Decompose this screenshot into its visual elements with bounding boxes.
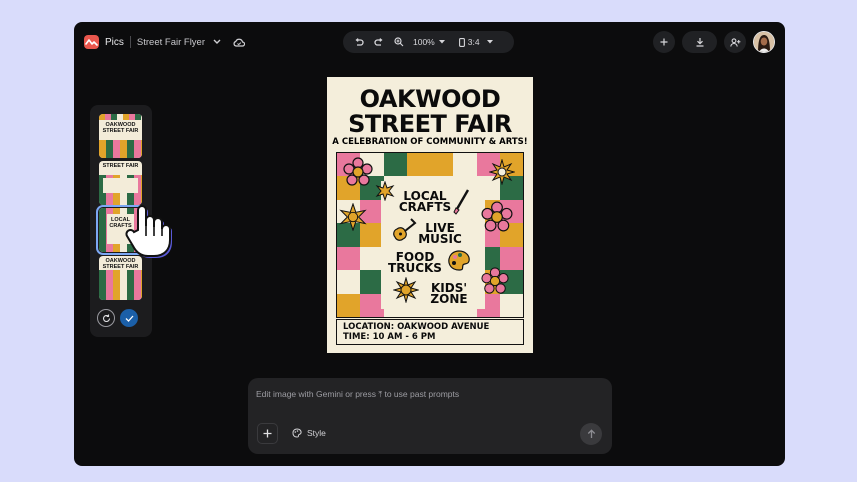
feature-kids-zone: KIDS' ZONE	[430, 281, 468, 306]
pointer-hand-icon	[125, 205, 172, 258]
poster-subtitle: A CELEBRATION OF COMMUNITY & ARTS!	[332, 137, 528, 147]
check-icon	[125, 315, 133, 322]
add-person-icon	[729, 37, 740, 47]
send-button[interactable]	[580, 423, 602, 445]
poster-time: TIME: 10 AM - 6 PM	[343, 332, 436, 342]
add-button[interactable]	[653, 31, 675, 53]
feature-local-crafts: LOCAL CRAFTS	[398, 189, 452, 214]
share-button[interactable]	[724, 31, 746, 53]
arrow-up-icon	[587, 429, 595, 438]
redo-icon[interactable]	[372, 37, 386, 47]
smiley-flower-icon	[339, 203, 367, 231]
attach-button[interactable]	[257, 423, 278, 444]
user-avatar[interactable]	[753, 31, 775, 53]
plus-icon	[263, 429, 272, 438]
portrait-frame-icon	[458, 37, 465, 47]
flower-icon	[481, 201, 513, 232]
refresh-icon	[102, 314, 110, 322]
feature-food-trucks: FOOD TRUCKS	[388, 250, 442, 275]
plus-icon	[660, 38, 668, 46]
feature-live-music: LIVE MUSIC	[418, 221, 462, 246]
sun-icon	[489, 159, 515, 185]
aspect-caret-icon	[486, 40, 493, 44]
zoom-level[interactable]: 100%	[413, 37, 435, 47]
style-label: Style	[307, 428, 326, 438]
variation-thumbnail-4[interactable]: OAKWOOD STREET FAIR	[99, 256, 142, 300]
prompt-input[interactable]: Edit image with Gemini or press ⤒ to use…	[256, 389, 459, 400]
download-button[interactable]	[682, 31, 717, 53]
sun-icon	[393, 277, 419, 303]
aspect-ratio-selector[interactable]: 3:4	[458, 37, 493, 47]
small-sun-icon	[375, 181, 395, 201]
poster-location-box: LOCATION: OAKWOOD AVENUE TIME: 10 AM - 6…	[336, 319, 524, 345]
canvas-toolbar: 100% 3:4	[343, 31, 514, 53]
accept-button[interactable]	[120, 309, 138, 327]
flyer-canvas[interactable]: OAKWOOD STREET FAIR A CELEBRATION OF COM…	[327, 77, 533, 353]
file-name[interactable]: Street Fair Flyer	[137, 37, 205, 48]
thumbnail-title: OAKWOOD STREET FAIR	[102, 258, 139, 270]
variation-thumbnail-1[interactable]: OAKWOOD STREET FAIR	[99, 114, 142, 158]
style-button[interactable]: Style	[292, 428, 326, 438]
thumbnail-title: STREET FAIR	[102, 163, 139, 169]
poster-title-line2: STREET FAIR	[348, 110, 512, 138]
app-name: Pics	[105, 36, 124, 48]
poster-title-line1: OAKWOOD	[359, 85, 501, 113]
poster-location: LOCATION: OAKWOOD AVENUE	[343, 322, 490, 332]
header-actions	[653, 31, 775, 53]
flower-icon	[343, 157, 373, 186]
download-icon	[696, 38, 703, 47]
zoom-icon[interactable]	[392, 37, 406, 47]
zoom-caret-icon[interactable]	[438, 40, 445, 44]
chevron-down-icon[interactable]	[213, 39, 221, 45]
variation-actions	[97, 309, 138, 327]
variation-thumbnail-2[interactable]: STREET FAIR	[99, 161, 142, 205]
title-area: Pics Street Fair Flyer	[84, 34, 246, 50]
cloud-saved-icon[interactable]	[233, 38, 246, 47]
palette-icon	[448, 250, 470, 271]
pics-logo-icon	[84, 35, 99, 49]
regenerate-button[interactable]	[97, 309, 115, 327]
flower-icon	[481, 267, 509, 294]
title-divider	[129, 36, 131, 48]
prompt-box[interactable]: Edit image with Gemini or press ⤒ to use…	[248, 378, 612, 454]
undo-icon[interactable]	[352, 37, 366, 47]
thumbnail-title: OAKWOOD STREET FAIR	[102, 122, 139, 134]
aspect-ratio-value: 3:4	[467, 37, 480, 47]
palette-icon	[292, 428, 302, 438]
app-window: Pics Street Fair Flyer 100% 3:4 OAKWOOD …	[74, 22, 785, 466]
